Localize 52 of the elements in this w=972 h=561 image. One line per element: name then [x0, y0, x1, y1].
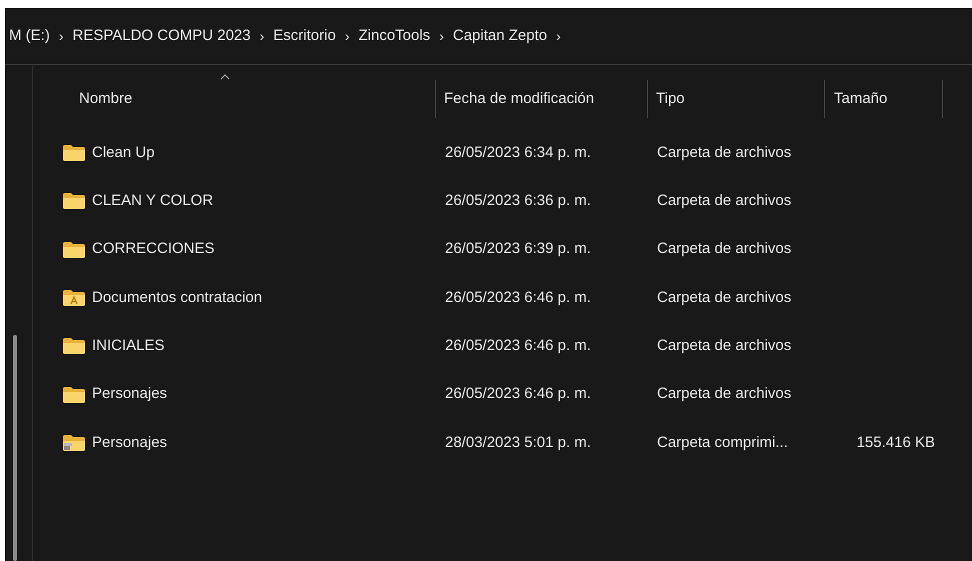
date-cell: 26/05/2023 6:46 p. m. [445, 385, 591, 402]
type-cell: Carpeta de archivos [657, 240, 792, 258]
column-header[interactable]: Tipo [656, 88, 685, 110]
file-name: INICIALES [92, 336, 165, 356]
date-cell: 26/05/2023 6:46 p. m. [445, 288, 591, 306]
breadcrumb-item[interactable]: Capitan Zepto [448, 24, 552, 48]
folder-icon [63, 145, 85, 162]
folder-icon [63, 386, 85, 403]
file-row[interactable]: CLEAN Y COLOR 26/05/2023 6:36 p. m. Carpeta de archivos [33, 177, 972, 226]
file-row[interactable]: Personajes 28/03/2023 5:01 p. m. Carpeta comprimi... 155.416 KB [33, 418, 972, 468]
breadcrumb-item[interactable]: M (E:) [5, 24, 54, 48]
type-cell: Carpeta de archivos [657, 144, 792, 161]
chevron-icon[interactable]: › [254, 26, 270, 46]
chevron-icon[interactable]: › [434, 26, 449, 46]
file-row[interactable]: CORRECCIONES 26/05/2023 6:39 p. m. Carpeta de archivos [33, 226, 972, 274]
type-cell: Carpeta comprimi... [657, 434, 788, 451]
date-cell: 26/05/2023 6:34 p. m. [445, 144, 591, 161]
date-cell: 26/05/2023 6:39 p. m. [445, 240, 591, 258]
column-header[interactable]: Fecha de modificación [444, 88, 594, 110]
folder-icon [63, 193, 85, 210]
chevron-icon[interactable]: › [551, 26, 566, 46]
file-row[interactable]: Documentos contratacion 26/05/2023 6:46 p. m. Carpeta de archivos [33, 274, 972, 322]
sort-ascending-icon [220, 74, 230, 80]
breadcrumb-item[interactable]: ZincoTools [354, 24, 434, 48]
breadcrumb-item[interactable]: Escritorio [269, 24, 340, 48]
file-name: Documentos contratacion [92, 288, 262, 308]
zip-folder-icon [63, 434, 85, 451]
date-cell: 26/05/2023 6:46 p. m. [445, 337, 591, 354]
file-name: Clean Up [92, 142, 155, 163]
chevron-icon[interactable]: › [54, 26, 68, 46]
file-name: Personajes [92, 432, 168, 453]
breadcrumb-item[interactable]: RESPALDO COMPU 2023 [68, 24, 255, 48]
folder-icon [63, 242, 85, 258]
date-cell: 28/03/2023 5:01 p. m. [445, 434, 591, 451]
type-cell: Carpeta de archivos [657, 337, 792, 354]
scrollbar-thumb[interactable] [13, 335, 17, 561]
file-row[interactable]: Personajes 26/05/2023 6:46 p. m. Carpeta de archivos [33, 370, 972, 419]
file-name: CLEAN Y COLOR [92, 191, 214, 212]
file-row[interactable]: Clean Up 26/05/2023 6:34 p. m. Carpeta de archivos [33, 129, 972, 178]
folder-icon [63, 290, 85, 306]
file-name: CORRECCIONES [92, 239, 215, 260]
folder-icon [63, 338, 85, 354]
column-header[interactable]: Tamaño [834, 88, 888, 110]
size-cell: 155.416 KB [856, 434, 935, 451]
file-name: Personajes [92, 384, 168, 404]
column-header[interactable]: Nombre [79, 88, 132, 110]
type-cell: Carpeta de archivos [657, 385, 792, 402]
date-cell: 26/05/2023 6:36 p. m. [445, 192, 591, 210]
file-row[interactable]: INICIALES 26/05/2023 6:46 p. m. Carpeta de archivos [33, 322, 972, 370]
chevron-icon[interactable]: › [340, 26, 354, 46]
type-cell: Carpeta de archivos [657, 192, 792, 210]
type-cell: Carpeta de archivos [657, 288, 792, 306]
